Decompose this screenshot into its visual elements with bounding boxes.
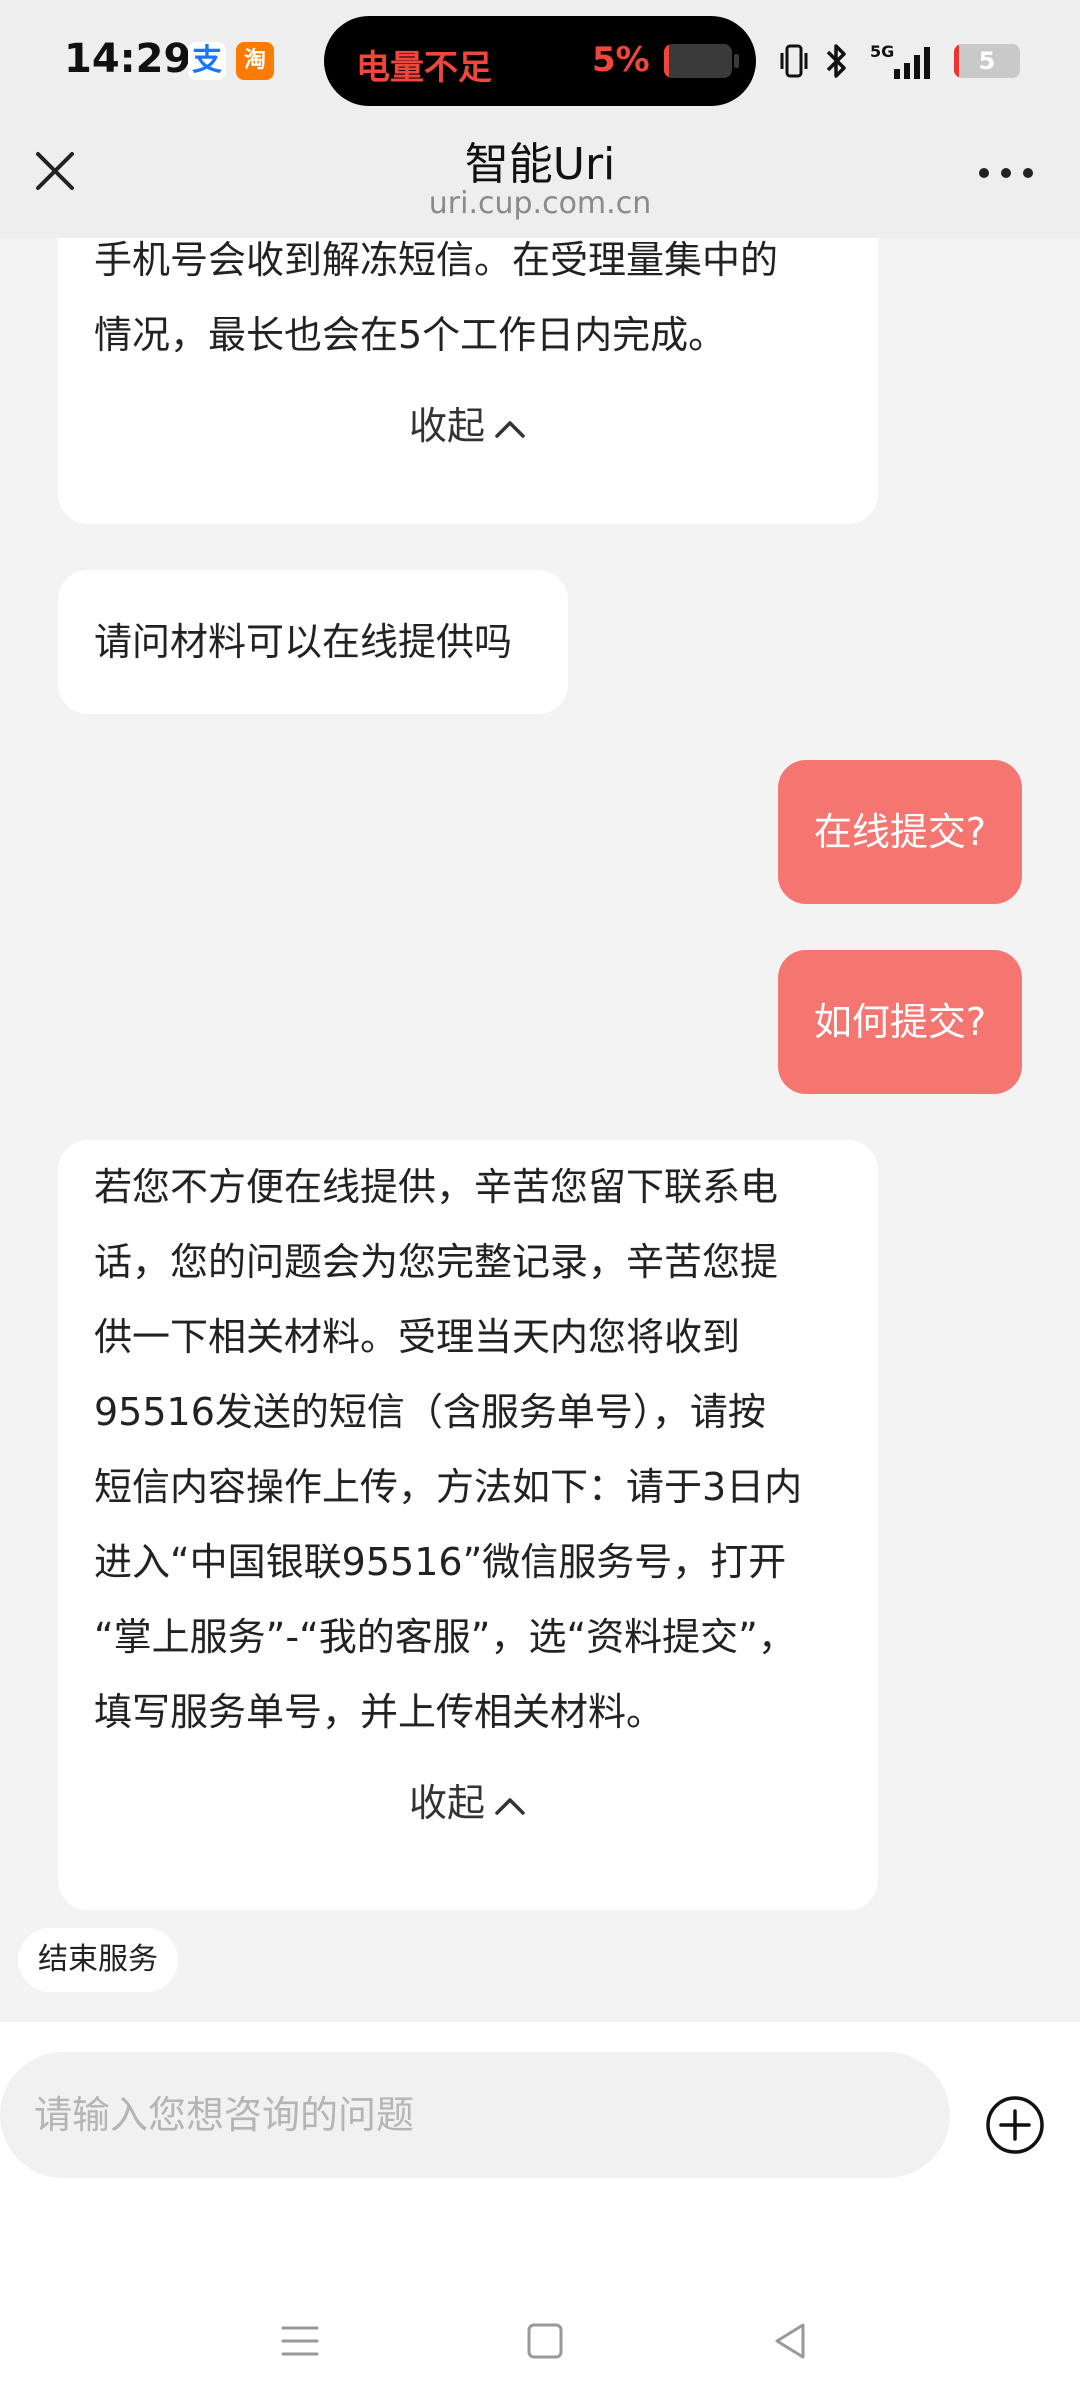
bot-message: 若您不方便在线提供，辛苦您留下联系电 话，您的问题会为您完整记录，辛苦您提 供一… — [58, 1140, 878, 1910]
add-icon[interactable] — [984, 2094, 1046, 2156]
message-line: 填写服务单号，并上传相关材料。 — [94, 1690, 665, 1734]
message-line: 供一下相关材料。受理当天内您将收到 — [94, 1315, 741, 1359]
menu-icon[interactable] — [275, 2316, 325, 2366]
message-line: “掌上服务”-“我的客服”，选“资料提交”， — [94, 1615, 796, 1659]
page-title: 智能Uri — [464, 139, 616, 190]
user-message: 在线提交? — [777, 760, 1022, 904]
message-line: 短信内容操作上传，方法如下：请于3日内 — [94, 1465, 803, 1509]
battery-warning-text: 电量不足 — [356, 48, 492, 88]
user-message: 如何提交? — [777, 950, 1022, 1094]
home-icon[interactable] — [520, 2316, 570, 2366]
status-bar: 14:29 支 淘 电量不足 5% 5G 5 — [0, 0, 1080, 128]
page-header: 智能Uri uri.cup.com.cn — [0, 128, 1080, 238]
message-line: 请问材料可以在线提供吗 — [94, 620, 513, 664]
system-nav-bar — [0, 2300, 1080, 2400]
more-options-icon[interactable] — [976, 158, 1036, 188]
message-line: 95516发送的短信（含服务单号），请按 — [94, 1390, 766, 1434]
collapse-button[interactable]: 收起 — [58, 1766, 878, 1841]
signal-5g-icon: 5G — [870, 42, 930, 79]
status-time: 14:29 — [64, 36, 192, 82]
bluetooth-icon — [826, 44, 846, 78]
island-battery-icon — [664, 44, 732, 78]
message-line: 手机号会收到解冻短信。在受理量集中的 — [94, 238, 779, 282]
back-icon[interactable] — [765, 2316, 815, 2366]
chevron-up-icon — [495, 420, 525, 438]
battery-percent-text: 5% — [592, 40, 650, 80]
page-url: uri.cup.com.cn — [428, 186, 652, 221]
message-line: 情况，最长也会在5个工作日内完成。 — [94, 313, 727, 357]
vibrate-icon — [780, 44, 808, 78]
dynamic-island[interactable]: 电量不足 5% — [324, 16, 756, 106]
taobao-icon: 淘 — [236, 42, 274, 80]
end-service-button[interactable]: 结束服务 — [18, 1928, 178, 1992]
status-icons: 5G 5 — [778, 36, 1020, 86]
message-line: 若您不方便在线提供，辛苦您留下联系电 — [94, 1165, 779, 1209]
message-line: 话，您的问题会为您完整记录，辛苦您提 — [94, 1240, 779, 1284]
alipay-icon: 支 — [188, 42, 226, 80]
collapse-button[interactable]: 收起 — [58, 389, 878, 464]
bot-message: 请问材料可以在线提供吗 — [58, 570, 568, 714]
bot-message: 手机号会收到解冻短信。在受理量集中的 情况，最长也会在5个工作日内完成。 收起 — [58, 238, 878, 524]
chat-area[interactable]: 手机号会收到解冻短信。在受理量集中的 情况，最长也会在5个工作日内完成。 收起 … — [0, 238, 1080, 2022]
chevron-up-icon — [495, 1797, 525, 1815]
message-line: 进入“中国银联95516”微信服务号，打开 — [94, 1540, 787, 1584]
battery-icon: 5 — [954, 44, 1020, 78]
question-input[interactable] — [0, 2052, 950, 2178]
svg-text:5G: 5G — [870, 42, 894, 61]
